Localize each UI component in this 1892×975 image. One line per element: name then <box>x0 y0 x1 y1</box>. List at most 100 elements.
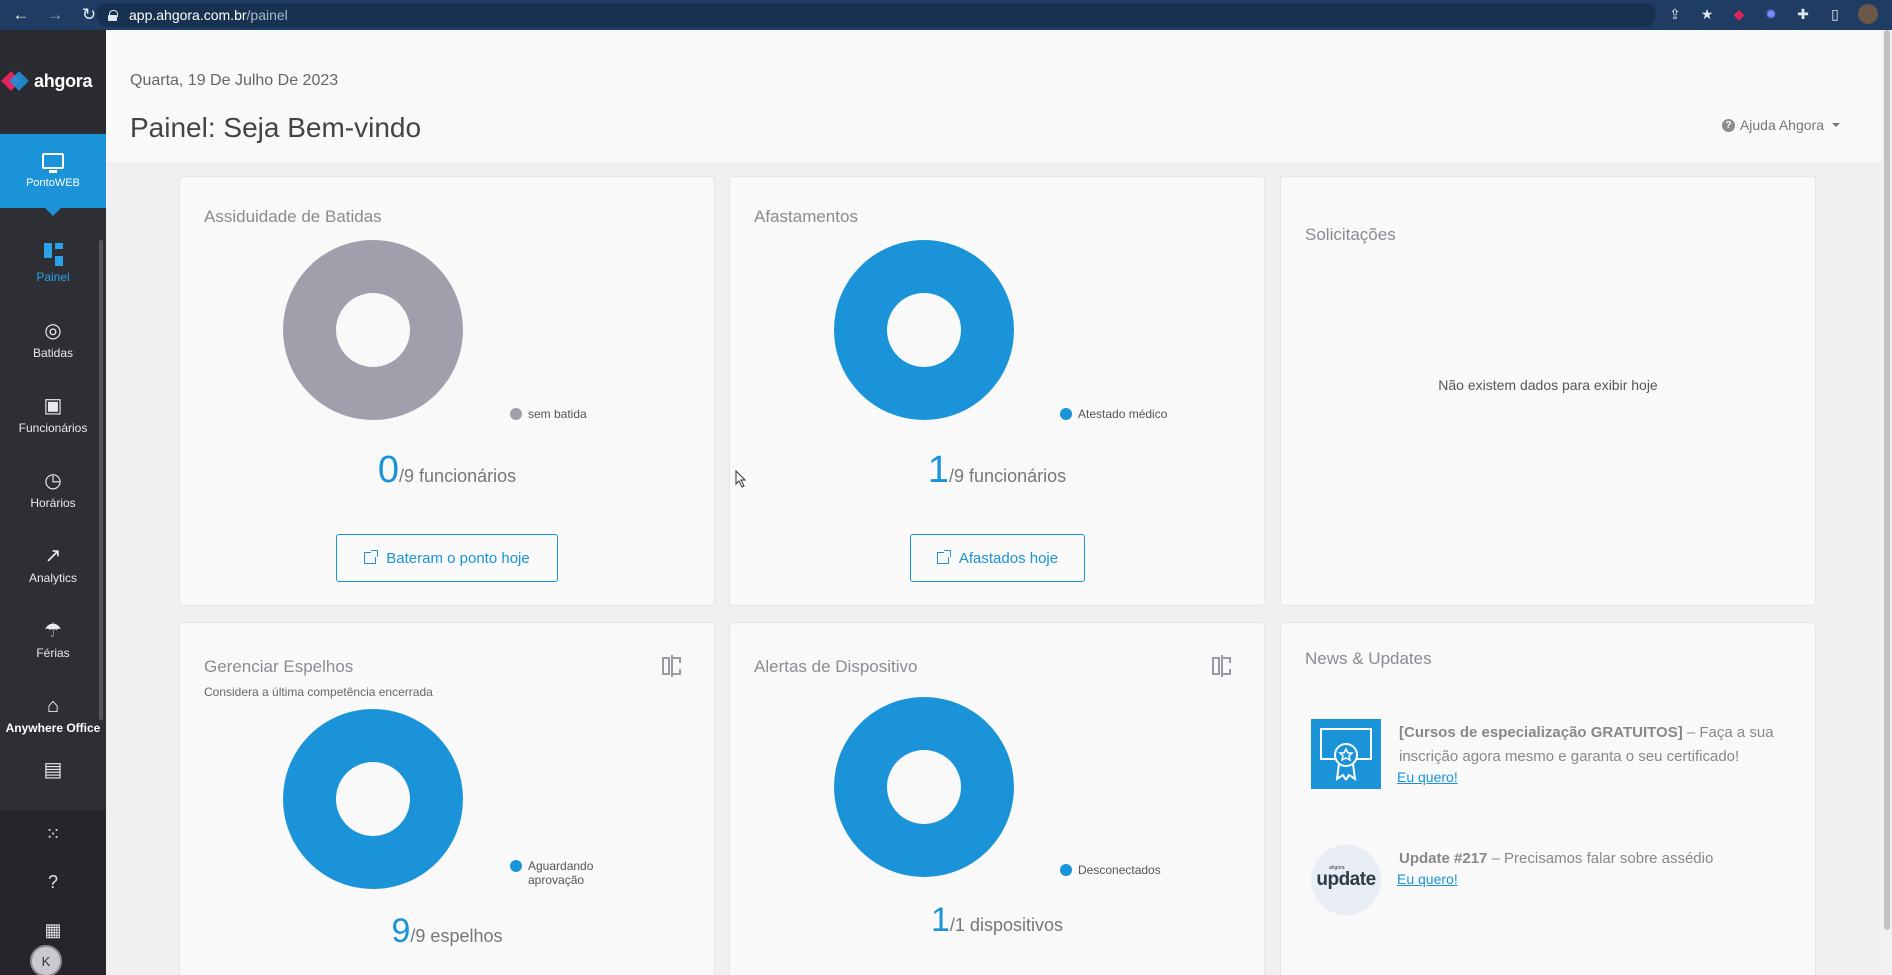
legend-label: Desconectados <box>1078 863 1161 877</box>
user-avatar[interactable]: K <box>30 945 62 975</box>
external-link-icon <box>936 550 951 564</box>
news-text: [Cursos de especialização GRATUITOS] – F… <box>1399 721 1799 769</box>
address-bar[interactable]: app.ahgora.com.br/painel <box>96 3 1656 27</box>
sidebar-item-painel[interactable]: Painel <box>0 226 106 301</box>
news-item: [Cursos de especialização GRATUITOS] – F… <box>1311 719 1811 809</box>
sidebar-item-label: Anywhere Office <box>5 720 101 735</box>
caret-down-icon <box>1832 123 1840 127</box>
puzzle-icon[interactable]: ✚ <box>1794 5 1812 23</box>
logo-text: ahgora <box>34 70 93 91</box>
stat-summary: 1/9 funcionários <box>730 449 1264 492</box>
donut-chart <box>834 240 1014 420</box>
sidebar-item-horarios[interactable]: ◷ Horários <box>0 451 106 526</box>
card-title: Alertas de Dispositivo <box>754 657 918 676</box>
monitor-icon <box>42 153 64 173</box>
card-title: Solicitações <box>1305 225 1396 244</box>
sidebar-item-analytics[interactable]: ↗ Analytics <box>0 526 106 601</box>
update-logo-text: update <box>1316 869 1376 890</box>
clock-icon: ◷ <box>44 469 62 492</box>
sidebar-item-label: Batidas <box>32 345 74 360</box>
afastados-hoje-button[interactable]: Afastados hoje <box>910 534 1085 582</box>
sidebar-item-funcionarios[interactable]: ▣ Funcionários <box>0 376 106 451</box>
card-subtitle: Considera a última competência encerrada <box>204 685 433 699</box>
forward-arrow-icon[interactable]: → <box>42 2 68 28</box>
sidebar-scrollbar[interactable] <box>99 240 103 720</box>
compare-icon[interactable] <box>1212 655 1232 677</box>
stat-count: 0 <box>377 449 400 491</box>
chart-legend: sem batida <box>510 407 587 421</box>
help-circle-icon[interactable]: ? <box>0 858 106 906</box>
trend-icon: ↗ <box>44 544 62 567</box>
badge-icon: ▣ <box>43 394 63 417</box>
bateram-ponto-button[interactable]: Bateram o ponto hoje <box>336 534 558 582</box>
compare-icon[interactable] <box>662 655 682 677</box>
donut-chart <box>283 240 463 420</box>
stat-summary: 1/1 dispositivos <box>730 901 1264 940</box>
apps-grid-icon[interactable]: ⁙ <box>0 810 106 858</box>
module-pontoweb[interactable]: PontoWEB <box>0 134 106 216</box>
card-title: Afastamentos <box>754 207 858 226</box>
share-icon[interactable]: ⇪ <box>1666 5 1684 23</box>
help-dropdown[interactable]: ? Ajuda Ahgora <box>1721 117 1840 133</box>
card-solicitacoes: Solicitações Não existem dados para exib… <box>1281 177 1815 605</box>
news-link[interactable]: Eu quero! <box>1397 769 1458 785</box>
sidebar-item-batidas[interactable]: ◎ Batidas <box>0 301 106 376</box>
news-link[interactable]: Eu quero! <box>1397 871 1458 887</box>
mouse-cursor-icon <box>735 470 747 488</box>
sidebar-item-document[interactable]: ▤ <box>0 751 106 791</box>
dashboard-icon <box>43 243 63 266</box>
sidepanel-icon[interactable]: ▯ <box>1826 5 1844 23</box>
stat-total: /9 espelhos <box>410 926 503 946</box>
legend-label: Atestado médico <box>1078 407 1168 421</box>
beach-icon: ☂ <box>44 619 62 642</box>
news-text: Update #217 – Precisamos falar sobre ass… <box>1399 847 1799 871</box>
page-header: Quarta, 19 De Julho De 2023 Painel: Seja… <box>106 30 1892 162</box>
page-scrollbar[interactable] <box>1882 30 1892 975</box>
chart-legend: Desconectados <box>1060 863 1161 877</box>
legend-dot <box>510 860 522 872</box>
button-label: Afastados hoje <box>958 549 1059 567</box>
extension-gear-icon[interactable]: ✹ <box>1762 5 1780 23</box>
card-news: News & Updates [Cursos de especialização… <box>1281 623 1815 975</box>
card-assiduidade: Assiduidade de Batidas sem batida 0/9 fu… <box>180 177 714 605</box>
sidebar-item-ferias[interactable]: ☂ Férias <box>0 601 106 676</box>
update-logo-icon: ahgora update <box>1311 845 1381 915</box>
card-title: News & Updates <box>1305 649 1432 668</box>
donut-chart <box>283 709 463 889</box>
profile-avatar[interactable] <box>1858 4 1878 24</box>
chart-legend: Aguardando aprovação <box>510 859 600 887</box>
sidebar-item-label: Horários <box>30 495 76 510</box>
sidebar-item-label: Analytics <box>28 570 78 585</box>
card-title: Assiduidade de Batidas <box>204 207 382 226</box>
stat-summary: 9/9 espelhos <box>180 912 714 951</box>
news-body: – Precisamos falar sobre assédio <box>1487 850 1714 867</box>
card-alertas: Alertas de Dispositivo Desconectados 1/1… <box>730 623 1264 975</box>
lock-icon <box>108 9 118 21</box>
back-arrow-icon[interactable]: ← <box>8 2 34 28</box>
home-office-icon: ⌂ <box>46 694 60 717</box>
legend-label: Aguardando aprovação <box>528 859 594 887</box>
document-icon: ▤ <box>43 759 63 781</box>
module-label: PontoWEB <box>26 177 80 189</box>
sidebar-item-anywhere-office[interactable]: ⌂ Anywhere Office <box>0 676 106 751</box>
url-path: /painel <box>246 7 288 23</box>
card-title: Gerenciar Espelhos <box>204 657 354 676</box>
bookmark-star-icon[interactable]: ★ <box>1698 5 1716 23</box>
news-bold: [Cursos de especialização GRATUITOS] <box>1399 724 1683 741</box>
logo-mark-icon <box>1 69 29 93</box>
button-label: Bateram o ponto hoje <box>386 549 530 567</box>
stat-total: /9 funcionários <box>949 466 1067 486</box>
url-host: app.ahgora.com.br <box>129 7 247 23</box>
current-date: Quarta, 19 De Julho De 2023 <box>130 72 339 89</box>
stat-count: 9 <box>391 912 411 950</box>
external-link-icon <box>364 550 379 564</box>
extension-icon[interactable]: ◆ <box>1730 5 1748 23</box>
fingerprint-icon: ◎ <box>44 319 62 342</box>
empty-state-text: Não existem dados para exibir hoje <box>1438 377 1658 393</box>
stat-summary: 0/9 funcionários <box>180 449 714 492</box>
sidebar: ahgora PontoWEB Painel ◎ Batidas ▣ Funci… <box>0 30 106 975</box>
stat-count: 1 <box>927 449 950 491</box>
legend-dot <box>1060 864 1072 876</box>
news-item: ahgora update Update #217 – Precisamos f… <box>1311 845 1811 925</box>
ahgora-logo[interactable]: ahgora <box>0 30 106 132</box>
